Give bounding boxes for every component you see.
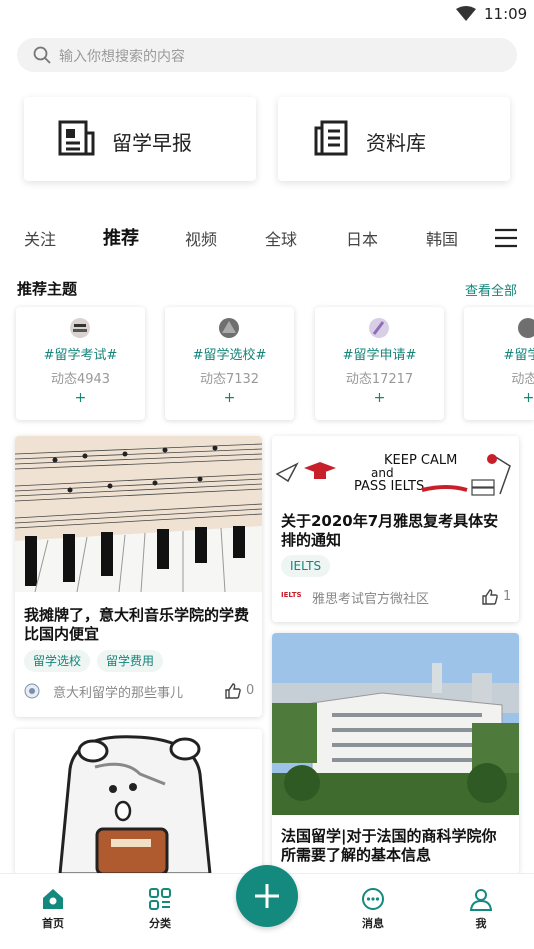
piano-sheet-music-image [15,436,262,592]
topic-name: #留学申请# [342,348,417,363]
search-placeholder: 输入你想搜索的内容 [59,49,185,65]
message-icon [362,888,384,910]
follow-plus-icon[interactable]: + [73,391,88,407]
author-avatar-icon [24,683,40,699]
topic-avatar [518,318,534,338]
tab-global[interactable]: 全球 [265,226,297,250]
quick-link-morning-news[interactable]: 留学早报 [24,97,256,181]
tab-japan[interactable]: 日本 [346,226,378,250]
topic-name: #留学选 [503,348,534,363]
follow-plus-icon[interactable]: + [222,391,237,407]
nav-home[interactable]: 首页 [23,886,83,931]
thumbs-up-icon[interactable] [481,588,499,606]
topic-count: 动态2 [511,372,534,387]
topic-count: 动态4943 [50,372,111,387]
tab-recommend[interactable]: 推荐 [103,224,139,250]
topic-count: 动态7132 [199,372,260,387]
banner-line: KEEP CALM [384,453,457,468]
nav-label: 分类 [149,917,171,930]
status-bar: 11:09 [0,0,534,30]
nav-messages[interactable]: 消息 [343,886,403,931]
topic-name: #留学考试# [43,348,118,363]
plus-icon [255,884,279,908]
topic-name: #留学选校# [192,348,267,363]
topic-avatar [219,318,239,338]
feed-card[interactable]: 法国留学|对于法国的商科学院你所需要了解的基本信息 [272,633,519,874]
topic-card[interactable]: #留学选校# 动态7132 + [165,307,294,420]
follow-plus-icon[interactable]: + [521,391,534,407]
feed-card[interactable] [15,729,262,874]
section-title-topics: 推荐主题 [17,280,78,298]
follow-plus-icon[interactable]: + [372,391,387,407]
author-name[interactable]: 雅思考试官方微社区 [312,588,429,607]
nav-profile[interactable]: 我 [451,886,511,931]
nav-category[interactable]: 分类 [130,886,190,931]
create-post-button[interactable] [236,865,298,927]
thumbs-up-icon[interactable] [224,682,242,700]
quick-link-label: 资料库 [366,131,426,155]
category-icon [149,888,171,910]
tab-video[interactable]: 视频 [185,226,217,250]
nav-label: 首页 [42,917,64,930]
topic-count: 动态17217 [345,372,414,387]
tag-chip[interactable]: 留学选校 [24,650,91,672]
view-all-link[interactable]: 查看全部 [465,280,517,299]
tag-chip[interactable]: IELTS [281,555,331,577]
topic-card[interactable]: #留学申请# 动态17217 + [315,307,444,420]
like-count: 1 [503,589,512,604]
campus-building-image [272,633,519,815]
ielts-logo: IELTS [281,591,302,599]
topic-card[interactable]: #留学考试# 动态4943 + [16,307,145,420]
feed-card-title: 法国留学|对于法国的商科学院你所需要了解的基本信息 [281,827,497,864]
ielts-banner-image: KEEP CALM and PASS IELTS [272,436,519,500]
topic-avatar [369,318,389,338]
topic-avatar [70,318,90,338]
tab-korea[interactable]: 韩国 [426,226,458,250]
hamster-cartoon-image [15,729,262,874]
banner-line: and [371,466,394,480]
profile-icon [469,889,493,911]
feed-card-title: 我摊牌了，意大利音乐学院的学费比国内便宜 [24,606,250,643]
feed-card-title: 关于2020年7月雅思复考具体安排的通知 [281,512,499,549]
newspaper-icon [58,120,95,156]
banner-line: PASS IELTS [354,479,424,494]
category-tabs: 关注 推荐 视频 全球 日本 韩国 [0,222,534,254]
menu-icon[interactable] [494,228,518,248]
search-bar[interactable]: 输入你想搜索的内容 [17,38,517,72]
tag-chip[interactable]: 留学费用 [97,650,164,672]
nav-label: 我 [475,917,487,930]
status-time: 11:09 [484,5,528,23]
wifi-icon [456,6,476,21]
topic-card[interactable]: #留学选 动态2 + [464,307,534,420]
tab-follow[interactable]: 关注 [24,226,56,250]
like-count: 0 [246,683,255,698]
author-name[interactable]: 意大利留学的那些事儿 [53,682,183,701]
nav-label: 消息 [362,917,384,930]
quick-link-library[interactable]: 资料库 [278,97,510,181]
quick-link-label: 留学早报 [112,131,192,155]
home-icon [43,889,63,909]
feed-card[interactable]: 我摊牌了，意大利音乐学院的学费比国内便宜 留学选校 留学费用 意大利留学的那些事… [15,436,262,717]
search-icon [33,46,51,64]
feed-card[interactable]: KEEP CALM and PASS IELTS 关于2020年7月雅思复考具体… [272,436,519,622]
document-library-icon [314,120,348,156]
